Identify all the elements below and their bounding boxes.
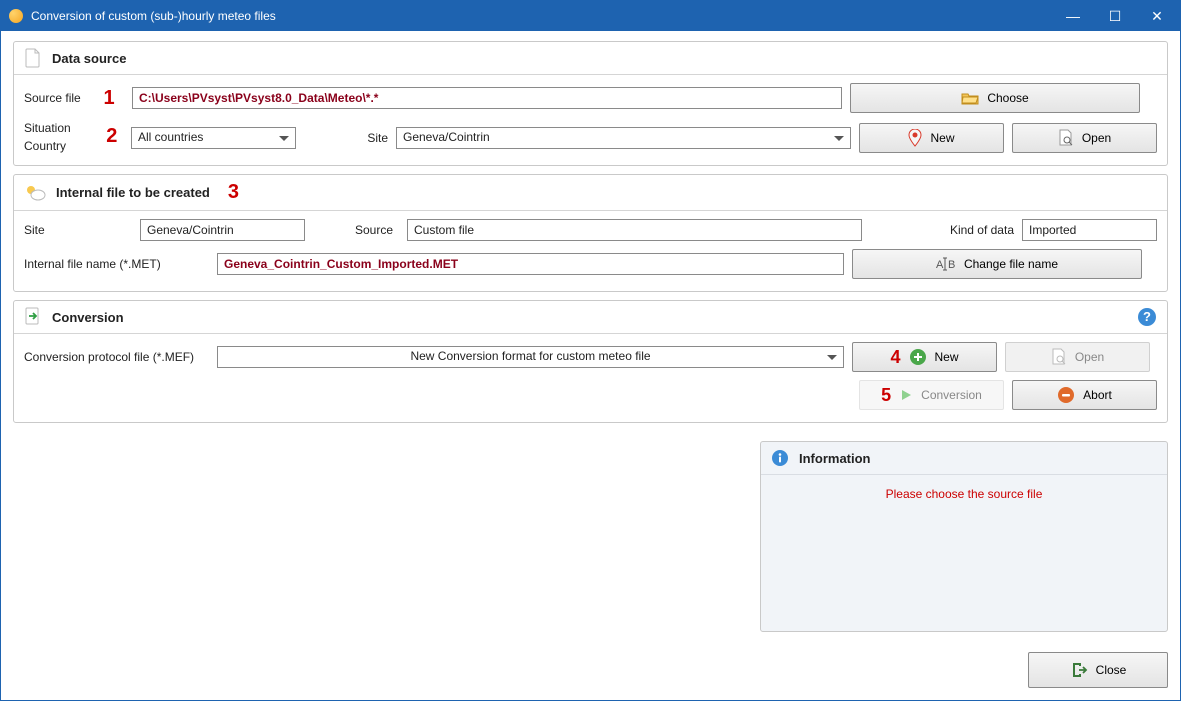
protocol-open-button[interactable]: Open — [1005, 342, 1150, 372]
text-cursor-icon: AB — [936, 256, 956, 272]
step-1-marker: 1 — [94, 87, 124, 110]
help-icon[interactable]: ? — [1137, 307, 1157, 327]
site-open-button[interactable]: Open — [1012, 123, 1157, 153]
source-file-label: Source file — [24, 91, 86, 105]
svg-text:?: ? — [1143, 309, 1151, 324]
protocol-new-button[interactable]: 4 New — [852, 342, 997, 372]
close-button[interactable]: Close — [1028, 652, 1168, 688]
internal-file-heading: Internal file to be created — [56, 185, 210, 200]
minus-circle-icon — [1057, 386, 1075, 404]
internal-site-label: Site — [24, 223, 132, 237]
conversion-button[interactable]: 5 Conversion — [859, 380, 1004, 410]
step-2-marker: 2 — [101, 125, 123, 148]
protocol-new-label: New — [935, 350, 959, 364]
sun-cloud-icon — [24, 184, 46, 202]
internal-file-panel: Internal file to be created 3 Site Sourc… — [13, 174, 1168, 292]
app-icon — [9, 9, 23, 23]
choose-button[interactable]: Choose — [850, 83, 1140, 113]
exit-icon — [1070, 661, 1088, 679]
folder-open-icon — [961, 91, 979, 105]
information-message: Please choose the source file — [886, 487, 1043, 501]
titlebar: Conversion of custom (sub-)hourly meteo … — [1, 1, 1180, 31]
step-3-marker: 3 — [228, 181, 239, 204]
protocol-file-label: Conversion protocol file (*.MEF) — [24, 350, 209, 364]
internal-file-name-label: Internal file name (*.MET) — [24, 257, 209, 271]
protocol-file-select[interactable]: New Conversion format for custom meteo f… — [217, 346, 844, 368]
internal-site-input[interactable] — [140, 219, 305, 241]
window-title: Conversion of custom (sub-)hourly meteo … — [31, 9, 276, 23]
country-select[interactable]: All countries — [131, 127, 296, 149]
site-label: Site — [360, 131, 388, 145]
marker-icon — [908, 129, 922, 147]
country-label: Country — [24, 139, 93, 153]
plus-circle-icon — [909, 348, 927, 366]
maximize-button[interactable]: ☐ — [1106, 8, 1124, 25]
file-search-icon-2 — [1051, 348, 1067, 366]
info-icon — [771, 449, 789, 467]
site-value: Geneva/Cointrin — [403, 130, 490, 144]
window-controls: — ☐ ✕ — [1064, 8, 1172, 25]
svg-text:B: B — [948, 259, 955, 271]
file-icon — [24, 48, 42, 68]
change-file-name-button[interactable]: AB Change file name — [852, 249, 1142, 279]
play-icon — [899, 388, 913, 402]
step-5-marker: 5 — [881, 385, 891, 406]
site-select[interactable]: Geneva/Cointrin — [396, 127, 851, 149]
conversion-icon — [24, 307, 42, 327]
abort-label: Abort — [1083, 388, 1112, 402]
site-open-label: Open — [1082, 131, 1111, 145]
close-label: Close — [1096, 663, 1127, 677]
change-file-name-label: Change file name — [964, 257, 1058, 271]
information-panel: Information Please choose the source fil… — [760, 441, 1168, 632]
situation-label: Situation — [24, 121, 93, 135]
data-source-heading: Data source — [52, 51, 126, 66]
protocol-open-label: Open — [1075, 350, 1104, 364]
abort-button[interactable]: Abort — [1012, 380, 1157, 410]
source-file-input[interactable] — [132, 87, 842, 109]
conversion-heading: Conversion — [52, 310, 124, 325]
step-4-marker: 4 — [890, 347, 900, 368]
minimize-button[interactable]: — — [1064, 8, 1082, 25]
close-window-button[interactable]: ✕ — [1148, 8, 1166, 25]
internal-file-name-input[interactable] — [217, 253, 844, 275]
protocol-file-value: New Conversion format for custom meteo f… — [410, 349, 650, 363]
conversion-panel: Conversion ? Conversion protocol file (*… — [13, 300, 1168, 423]
svg-text:A: A — [936, 259, 944, 271]
internal-source-input[interactable] — [407, 219, 862, 241]
site-new-button[interactable]: New — [859, 123, 1004, 153]
app-window: Conversion of custom (sub-)hourly meteo … — [0, 0, 1181, 701]
file-search-icon — [1058, 129, 1074, 147]
kind-of-data-label: Kind of data — [944, 223, 1014, 237]
kind-of-data-input[interactable] — [1022, 219, 1157, 241]
country-value: All countries — [138, 130, 203, 144]
internal-source-label: Source — [355, 223, 399, 237]
site-new-label: New — [930, 131, 954, 145]
information-heading: Information — [799, 451, 871, 466]
data-source-panel: Data source Source file 1 Choose — [13, 41, 1168, 166]
conversion-button-label: Conversion — [921, 388, 982, 402]
choose-label: Choose — [987, 91, 1028, 105]
